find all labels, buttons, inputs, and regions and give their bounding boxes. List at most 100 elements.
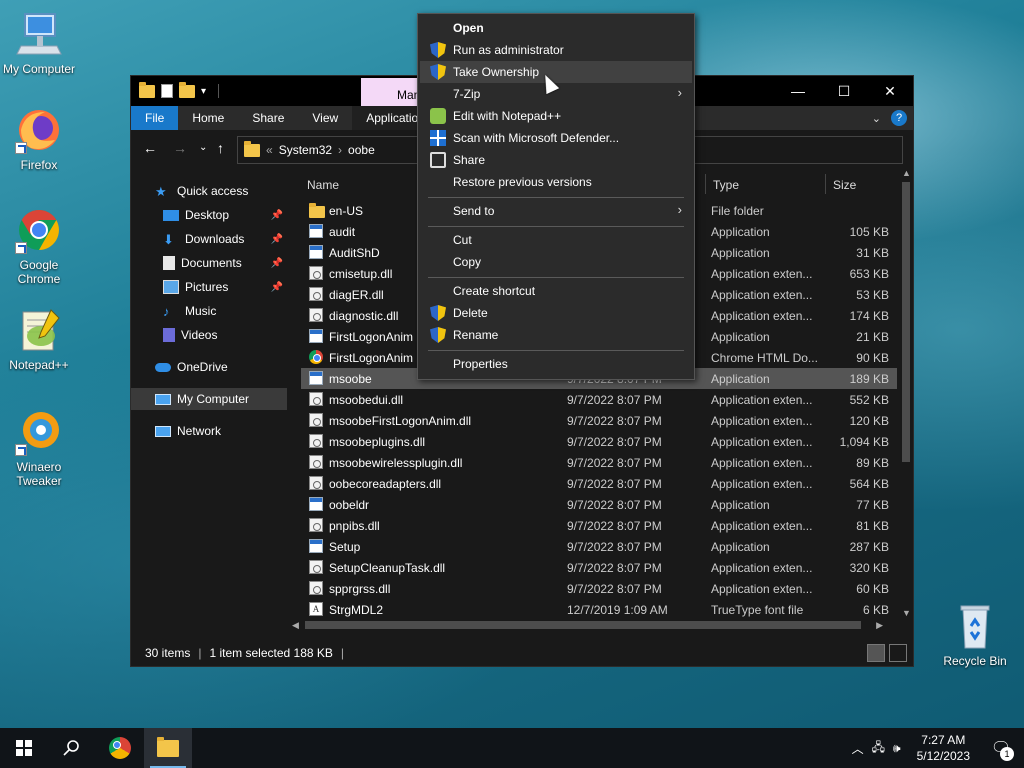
nav-network[interactable]: Network <box>131 420 287 442</box>
table-row[interactable]: pnpibs.dll 9/7/2022 8:07 PM Application ex… <box>301 515 897 536</box>
back-icon[interactable]: ← <box>143 140 157 156</box>
column-divider[interactable] <box>825 174 826 194</box>
properties-icon[interactable] <box>161 84 173 98</box>
dll-icon <box>309 266 323 280</box>
menu-item-properties[interactable]: Properties <box>420 353 692 375</box>
status-divider: | <box>198 646 202 660</box>
nav-onedrive[interactable]: OneDrive <box>131 356 287 378</box>
desktop-icon-recycle-bin[interactable]: Recycle Bin <box>937 602 1013 668</box>
clock[interactable]: 7:27 AM 5/12/2023 <box>909 732 978 764</box>
help-icon[interactable]: ? <box>891 110 907 126</box>
breadcrumb-system32[interactable]: System32 <box>279 143 332 157</box>
menu-item-cut[interactable]: Cut <box>420 229 692 251</box>
menu-item-scan-with-microsoft-defender[interactable]: Scan with Microsoft Defender... <box>420 127 692 149</box>
nav-desktop[interactable]: Desktop 📌 <box>131 204 287 226</box>
nav-music[interactable]: ♪ Music <box>131 300 287 322</box>
volume-icon[interactable]: 🕪 <box>893 741 901 756</box>
customize-toolbar-icon[interactable]: ▾ <box>201 86 206 97</box>
star-icon: ★ <box>155 184 167 199</box>
table-row[interactable]: spprgrss.dll 9/7/2022 8:07 PM Application … <box>301 578 897 599</box>
tab-file[interactable]: File <box>131 106 179 130</box>
table-row[interactable]: oobeldr 9/7/2022 8:07 PM Application 77 KB <box>301 494 897 515</box>
menu-item-label: 7-Zip <box>453 87 481 101</box>
details-view-icon[interactable] <box>867 644 885 662</box>
table-row[interactable]: msoobedui.dll 9/7/2022 8:07 PM Application… <box>301 389 897 410</box>
close-button[interactable]: ✕ <box>867 76 913 106</box>
file-type: Application exten... <box>711 267 813 281</box>
breadcrumb-oobe[interactable]: oobe <box>348 143 375 157</box>
taskbar-file-explorer[interactable] <box>144 728 192 768</box>
nav-downloads[interactable]: ⬇ Downloads 📌 <box>131 228 287 250</box>
table-row[interactable]: oobecoreadapters.dll 9/7/2022 8:07 PM Appl… <box>301 473 897 494</box>
desktop-icon-notepadpp[interactable]: Notepad++ <box>1 306 77 372</box>
new-folder-icon[interactable] <box>179 81 195 98</box>
menu-separator <box>428 226 684 227</box>
file-size: 60 KB <box>856 582 889 596</box>
network-status-icon[interactable]: 🖧 <box>872 738 885 759</box>
horizontal-scrollbar[interactable]: ◀ ▶ <box>289 618 899 632</box>
shield-icon <box>430 305 446 321</box>
menu-item-open[interactable]: Open <box>420 17 692 39</box>
manage-contextual-tab[interactable]: Manage <box>361 78 421 106</box>
desktop-icon-my-computer[interactable]: My Computer <box>1 10 77 76</box>
overflow-chevron[interactable]: « <box>266 143 273 157</box>
nav-documents[interactable]: Documents 📌 <box>131 252 287 274</box>
tab-share[interactable]: Share <box>238 106 298 130</box>
menu-item-create-shortcut[interactable]: Create shortcut <box>420 280 692 302</box>
scroll-left-icon[interactable]: ◀ <box>292 620 299 631</box>
table-row[interactable]: Setup 9/7/2022 8:07 PM Application 287 KB <box>301 536 897 557</box>
scroll-down-icon[interactable]: ▼ <box>902 608 911 618</box>
nav-my-computer[interactable]: My Computer <box>131 388 287 410</box>
desktop-icon-winaero-tweaker[interactable]: Winaero Tweaker <box>1 408 77 488</box>
menu-item-edit-with-notepad[interactable]: Edit with Notepad++ <box>420 105 692 127</box>
action-center-button[interactable]: 🗨 1 <box>986 733 1016 763</box>
menu-item-send-to[interactable]: Send to › <box>420 200 692 222</box>
maximize-button[interactable]: ☐ <box>821 76 867 106</box>
table-row[interactable]: msoobewirelessplugin.dll 9/7/2022 8:07 PM… <box>301 452 897 473</box>
nav-label: Pictures <box>185 280 229 294</box>
tab-view[interactable]: View <box>298 106 352 130</box>
table-row[interactable]: msoobeFirstLogonAnim.dll 9/7/2022 8:07 PM… <box>301 410 897 431</box>
desktop-icon-firefox[interactable]: Firefox <box>1 106 77 172</box>
column-header-type[interactable]: Type <box>713 168 739 200</box>
column-divider[interactable] <box>705 174 706 194</box>
nav-videos[interactable]: Videos <box>131 324 287 346</box>
menu-item-restore-previous-versions[interactable]: Restore previous versions <box>420 171 692 193</box>
table-row[interactable]: SetupCleanupTask.dll 9/7/2022 8:07 PM Appl… <box>301 557 897 578</box>
file-name: cmisetup.dll <box>329 267 393 281</box>
menu-item-take-ownership[interactable]: Take Ownership <box>420 61 692 83</box>
file-type: Chrome HTML Do... <box>711 351 818 365</box>
table-row[interactable]: A StrgMDL2 12/7/2019 1:09 AM TrueType font … <box>301 599 897 620</box>
up-icon[interactable]: ↑ <box>217 140 224 156</box>
tab-home[interactable]: Home <box>178 106 238 130</box>
show-hidden-icons-icon[interactable]: ︿ <box>852 740 864 757</box>
menu-item-delete[interactable]: Delete <box>420 302 692 324</box>
column-header-size[interactable]: Size <box>833 168 856 200</box>
recent-locations-icon[interactable]: ⌄ <box>199 142 207 153</box>
nav-label: Desktop <box>185 208 230 222</box>
scroll-thumb[interactable] <box>902 182 910 462</box>
scroll-up-icon[interactable]: ▲ <box>902 168 911 178</box>
menu-item-run-as-administrator[interactable]: Run as administrator <box>420 39 692 61</box>
menu-item-rename[interactable]: Rename <box>420 324 692 346</box>
menu-item-label: Restore previous versions <box>453 175 592 189</box>
desktop-icon-google-chrome[interactable]: Google Chrome <box>1 206 77 286</box>
file-name: oobecoreadapters.dll <box>329 477 442 491</box>
nav-quick-access[interactable]: ★ Quick access <box>131 180 287 202</box>
table-row[interactable]: msoobeplugins.dll 9/7/2022 8:07 PM Applica… <box>301 431 897 452</box>
nav-pictures[interactable]: Pictures 📌 <box>131 276 287 298</box>
scroll-right-icon[interactable]: ▶ <box>876 620 883 631</box>
expand-ribbon-icon[interactable]: ⌄ <box>872 112 881 125</box>
menu-item-share[interactable]: Share <box>420 149 692 171</box>
taskbar-chrome[interactable] <box>96 728 144 768</box>
column-header-name[interactable]: Name <box>307 168 339 200</box>
forward-icon[interactable]: → <box>173 140 187 156</box>
scroll-thumb[interactable] <box>305 621 861 629</box>
search-button[interactable] <box>48 728 96 768</box>
nav-label: OneDrive <box>177 360 228 374</box>
large-icons-view-icon[interactable] <box>889 644 907 662</box>
menu-item-copy[interactable]: Copy <box>420 251 692 273</box>
vertical-scrollbar[interactable]: ▲ ▼ <box>899 168 913 618</box>
minimize-button[interactable]: — <box>775 76 821 106</box>
start-button[interactable] <box>0 728 48 768</box>
